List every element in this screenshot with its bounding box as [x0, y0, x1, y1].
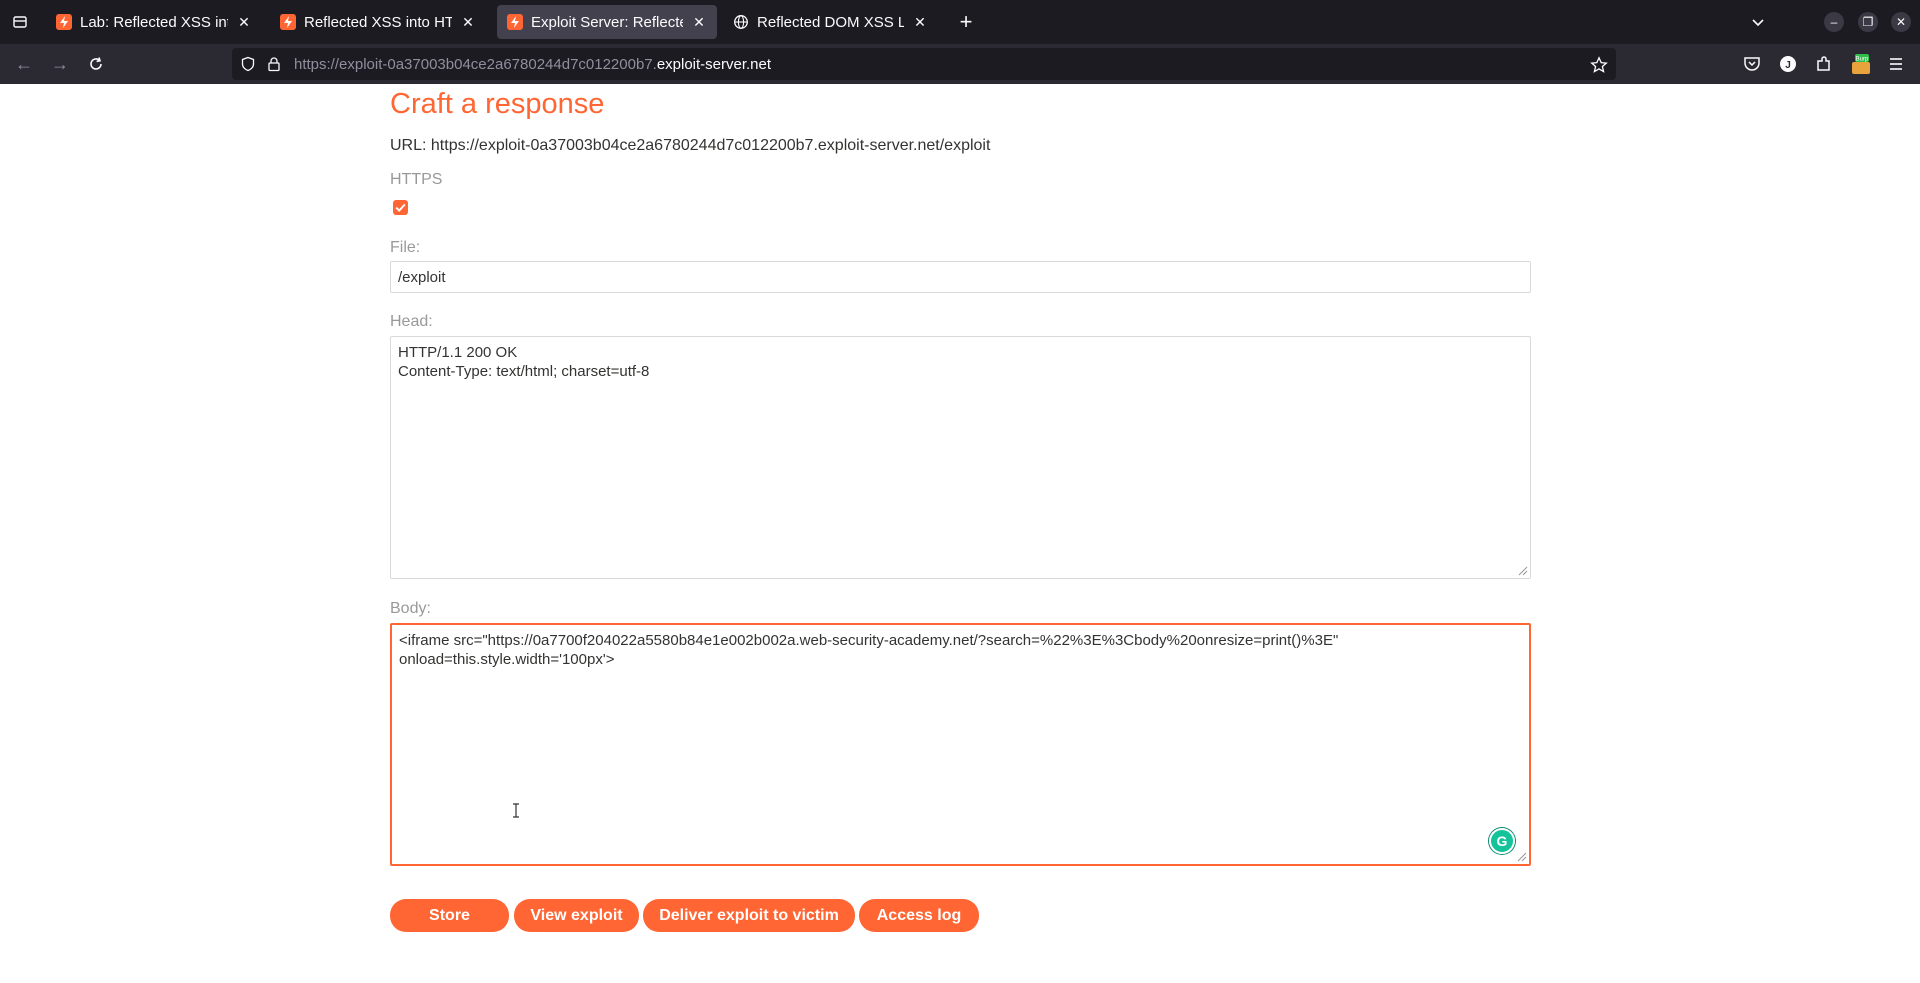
page-title: Craft a response	[390, 88, 605, 120]
tab-title: Reflected XSS into HTML context	[304, 13, 452, 31]
tab-reflected-xss-html[interactable]: Reflected XSS into HTML context ✕	[270, 5, 486, 39]
store-button[interactable]: Store	[390, 899, 509, 932]
restore-button[interactable]: ❐	[1858, 12, 1878, 32]
firefox-view-icon[interactable]	[8, 10, 32, 34]
new-tab-button[interactable]: +	[954, 9, 978, 34]
close-icon[interactable]: ✕	[912, 14, 928, 30]
page-content: Craft a response URL: https://exploit-0a…	[0, 84, 1920, 983]
minimize-button[interactable]: –	[1824, 12, 1844, 32]
tab-lab-reflected-xss[interactable]: Lab: Reflected XSS into HTML context ✕	[46, 5, 262, 39]
close-window-button[interactable]: ✕	[1891, 12, 1911, 32]
file-input[interactable]: /exploit	[390, 261, 1531, 293]
url-text[interactable]: https://exploit-0a37003b04ce2a6780244d7c…	[294, 56, 771, 73]
reload-icon[interactable]	[84, 52, 108, 76]
forward-arrow-icon[interactable]: →	[48, 52, 72, 76]
text-cursor-icon	[513, 803, 519, 818]
url-host: exploit-server.net	[656, 56, 772, 73]
head-text: HTTP/1.1 200 OK Content-Type: text/html;…	[398, 344, 650, 380]
head-textarea[interactable]: HTTP/1.1 200 OK Content-Type: text/html;…	[390, 336, 1531, 579]
exploit-url: URL: https://exploit-0a37003b04ce2a67802…	[390, 137, 991, 154]
grammarly-icon[interactable]: G	[1489, 828, 1515, 854]
account-icon[interactable]: J	[1778, 54, 1798, 74]
globe-icon	[733, 14, 749, 30]
tab-exploit-server[interactable]: Exploit Server: Reflected XSS ✕	[497, 5, 717, 39]
menu-icon[interactable]	[1886, 54, 1906, 74]
close-icon[interactable]: ✕	[691, 14, 707, 30]
navigation-bar: ← → https://exploit-0a37003b04ce2a678024…	[0, 44, 1920, 84]
body-label: Body:	[390, 600, 431, 617]
lightning-icon	[507, 14, 523, 30]
tab-title: Reflected DOM XSS Lab	[757, 13, 904, 31]
resize-handle-icon[interactable]	[1518, 566, 1528, 576]
https-checkbox[interactable]	[393, 200, 408, 215]
lightning-icon	[56, 14, 72, 30]
burp-extension-icon[interactable]: Burp	[1850, 54, 1870, 74]
pocket-icon[interactable]	[1742, 54, 1762, 74]
url-prefix: https://exploit-0a37003b04ce2a6780244d7c…	[294, 56, 657, 73]
resize-handle-icon[interactable]	[1517, 852, 1527, 862]
deliver-exploit-button[interactable]: Deliver exploit to victim	[643, 899, 855, 932]
access-log-button[interactable]: Access log	[859, 899, 979, 932]
head-label: Head:	[390, 313, 433, 330]
back-arrow-icon[interactable]: ←	[12, 52, 36, 76]
tab-title: Exploit Server: Reflected XSS	[531, 13, 683, 31]
url-bar[interactable]: https://exploit-0a37003b04ce2a6780244d7c…	[232, 48, 1616, 80]
burp-badge-text: Burp	[1856, 57, 1869, 63]
lightning-icon	[280, 14, 296, 30]
list-all-tabs-icon[interactable]	[1748, 12, 1768, 32]
file-label: File:	[390, 239, 421, 256]
tab-bar: Lab: Reflected XSS into HTML context ✕ R…	[0, 0, 1920, 44]
body-textarea[interactable]: <iframe src="https://0a7700f204022a5580b…	[390, 623, 1531, 866]
tab-title: Lab: Reflected XSS into HTML context	[80, 13, 228, 31]
close-icon[interactable]: ✕	[460, 14, 476, 30]
lock-icon[interactable]	[266, 56, 282, 72]
close-icon[interactable]: ✕	[236, 14, 252, 30]
extensions-icon[interactable]	[1814, 54, 1834, 74]
shield-icon[interactable]	[240, 56, 256, 72]
tab-reflected-dom-xss[interactable]: Reflected DOM XSS Lab ✕	[723, 5, 938, 39]
svg-text:J: J	[1785, 60, 1791, 71]
view-exploit-button[interactable]: View exploit	[514, 899, 639, 932]
body-text: <iframe src="https://0a7700f204022a5580b…	[399, 632, 1339, 668]
https-label: HTTPS	[390, 171, 443, 188]
bookmark-star-icon[interactable]	[1590, 56, 1608, 74]
